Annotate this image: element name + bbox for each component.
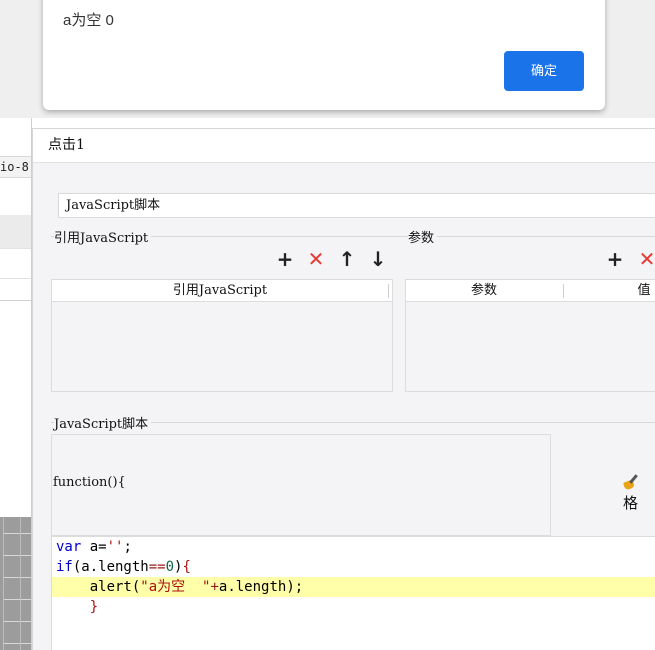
- left-list-item-selected[interactable]: [0, 215, 31, 249]
- left-tab-label: io-8: [0, 160, 29, 174]
- code-line-active: alert("a为空 "+a.length);: [52, 577, 655, 597]
- script-editor-dialog: 点击1 JavaScript脚本 引用JavaScript + ✕ ↑ ↓ 引用…: [32, 128, 655, 650]
- add-param-icon[interactable]: +: [604, 249, 626, 269]
- script-section-label: JavaScript脚本: [54, 413, 152, 432]
- refs-section-label: 引用JavaScript: [54, 227, 152, 246]
- function-signature: function(){: [53, 475, 126, 490]
- alert-dialog: a为空 0 确定: [43, 0, 605, 110]
- format-button[interactable]: 格: [623, 474, 655, 513]
- function-header-box: function(){: [51, 434, 551, 536]
- code-line: if(a.length==0){: [56, 559, 191, 575]
- params-section-label: 参数: [408, 227, 438, 246]
- refs-column-header[interactable]: 引用JavaScript: [52, 280, 388, 301]
- left-ruler: [0, 300, 31, 301]
- refs-table-header: 引用JavaScript: [52, 280, 392, 302]
- code-line: }: [89, 599, 99, 615]
- left-list-item[interactable]: [0, 249, 31, 279]
- params-divider: [405, 236, 655, 237]
- code-line: var a='';: [56, 539, 132, 555]
- alert-message: a为空 0: [63, 12, 114, 29]
- params-table[interactable]: 参数 值: [405, 279, 655, 392]
- param-name-column-header[interactable]: 参数: [406, 280, 562, 301]
- left-tab[interactable]: io-8: [0, 156, 31, 178]
- format-button-label: 格: [623, 494, 639, 512]
- ok-button[interactable]: 确定: [504, 51, 584, 91]
- left-grid: [0, 517, 31, 650]
- delete-ref-icon[interactable]: ✕: [305, 249, 327, 269]
- move-up-icon[interactable]: ↑: [336, 249, 358, 269]
- brush-icon: [623, 474, 639, 490]
- code-editor[interactable]: var a=''; if(a.length==0){ alert("a为空 "+…: [51, 536, 655, 650]
- script-name-field[interactable]: JavaScript脚本: [58, 193, 655, 218]
- dialog-title: 点击1: [33, 129, 655, 163]
- refs-table[interactable]: 引用JavaScript: [51, 279, 393, 392]
- move-down-icon[interactable]: ↓: [367, 249, 389, 269]
- delete-param-icon[interactable]: ✕: [636, 249, 655, 269]
- param-value-column-header[interactable]: 值: [564, 280, 655, 301]
- params-table-header: 参数 值: [406, 280, 655, 302]
- add-ref-icon[interactable]: +: [274, 249, 296, 269]
